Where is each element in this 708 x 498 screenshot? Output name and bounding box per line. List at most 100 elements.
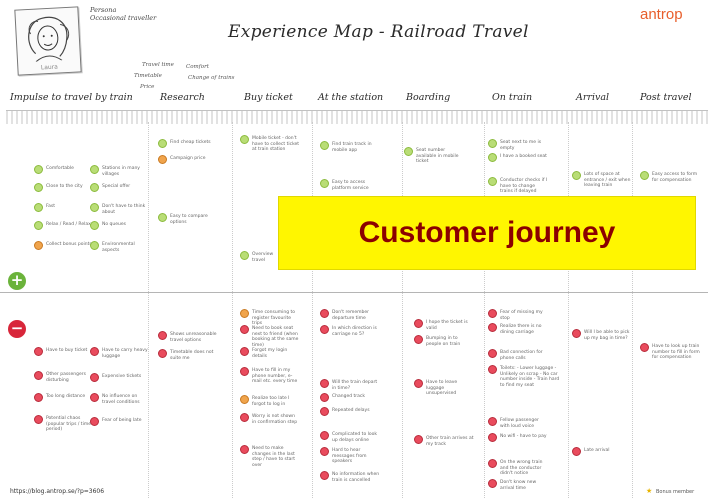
item-text: Timetable does not suite me (170, 350, 214, 361)
negative-dot (240, 413, 249, 422)
item-text: Complicated to look up delays online (332, 432, 377, 443)
negative-dot (320, 407, 329, 416)
item-text: Time consuming to register favourite tri… (252, 310, 296, 326)
item-text: Conductor checks if I have to change tra… (500, 178, 548, 194)
phase-at-station: At the station (318, 92, 384, 103)
negative-item: Bad connection for phone calls (488, 349, 548, 361)
positive-dot (34, 203, 43, 212)
positive-dot (320, 141, 329, 150)
timeline-band (6, 110, 708, 124)
negative-item: Repeated delays (320, 407, 380, 416)
negative-item: Late arrival (572, 447, 632, 456)
negative-item: Hard to hear messages from speakers (320, 447, 380, 465)
phase-research: Research (160, 92, 205, 103)
negative-dot (572, 447, 581, 456)
item-text: Comfortable (46, 166, 74, 171)
persona-photo: Laura (14, 6, 82, 76)
positive-dot (404, 147, 413, 156)
negative-dot (90, 373, 99, 382)
phase-boarding: Boarding (406, 92, 451, 103)
positive-item: Conductor checks if I have to change tra… (488, 177, 548, 195)
negative-item: Complicated to look up delays online (320, 431, 380, 443)
negative-dot (240, 325, 249, 334)
column-separator (632, 122, 633, 498)
item-text: Will the train depart in time? (332, 380, 378, 391)
positive-dot (240, 251, 249, 260)
note-comfort: Comfort (186, 64, 209, 70)
positive-item: Don't have to think about (90, 203, 150, 215)
persona-label: Persona Occasional traveller (90, 6, 156, 22)
positive-item: Comfortable (34, 165, 94, 174)
minus-icon: − (8, 320, 26, 338)
negative-item: Have to carry heavy luggage (90, 347, 150, 359)
negative-dot (488, 417, 497, 426)
positive-dot (158, 213, 167, 222)
item-text: Mobile ticket - don't have to collect ti… (252, 136, 300, 152)
negative-item: Realize too late I forgot to log in (240, 395, 300, 407)
brand-label: Bonus member (656, 489, 695, 495)
note-price: Price (140, 84, 155, 90)
negative-item: Fear of missing my stop (488, 309, 548, 321)
item-text: Overview travel (252, 252, 274, 263)
item-text: Other train arrives at my track (426, 436, 474, 447)
positive-dot (158, 155, 167, 164)
negative-dot (488, 459, 497, 468)
item-text: Close to the city (46, 184, 83, 189)
negative-dot (488, 349, 497, 358)
item-text: Worry is not shown in confirmation step (252, 414, 298, 425)
positive-dot (90, 203, 99, 212)
positive-item: Easy to access platform service (320, 179, 380, 191)
positive-dot (488, 139, 497, 148)
item-text: Find cheap tickets (170, 140, 211, 145)
negative-item: Potential chaos (popular trips / time pe… (34, 415, 94, 433)
item-text: Potential chaos (popular trips / time pe… (46, 416, 91, 432)
negative-dot (34, 371, 43, 380)
negative-item: Need to book seat next to friend (when b… (240, 325, 300, 348)
negative-item: Too long distance (34, 393, 94, 402)
negative-dot (320, 309, 329, 318)
item-text: Find train track in mobile app (332, 142, 372, 153)
negative-dot (90, 393, 99, 402)
phase-on-train: On train (492, 92, 533, 103)
positive-dot (158, 139, 167, 148)
negative-dot (488, 309, 497, 318)
map-title: Experience Map - Railroad Travel (228, 22, 529, 42)
experience-map: Laura Persona Occasional traveller Exper… (0, 0, 708, 498)
phase-post-travel: Post travel (640, 92, 692, 103)
banner-text: Customer journey (358, 216, 616, 249)
negative-dot (320, 471, 329, 480)
positive-dot (34, 165, 43, 174)
positive-dot (488, 153, 497, 162)
negative-dot (34, 415, 43, 424)
positive-item: Environmental aspects (90, 241, 150, 253)
negative-item: Forgot my login details (240, 347, 300, 359)
negative-dot (320, 431, 329, 440)
item-text: Fellow passenger with loud voice (500, 418, 539, 429)
positive-item: Mobile ticket - don't have to collect ti… (240, 135, 300, 153)
phase-arrival: Arrival (576, 92, 610, 103)
phase-buy-ticket: Buy ticket (244, 92, 293, 103)
positive-dot (572, 171, 581, 180)
positive-dot (90, 183, 99, 192)
negative-dot (488, 433, 497, 442)
positive-dot (90, 221, 99, 230)
column-separator (568, 122, 569, 498)
item-text: No wifi - have to pay (500, 434, 547, 439)
item-text: In which direction is carriage no 5? (332, 326, 377, 337)
item-text: Stations in many villages (102, 166, 140, 177)
item-text: Have to fill in my phone number, e-mail … (252, 368, 298, 384)
item-text: Too long distance (46, 394, 86, 399)
negative-item: On the wrong train and the conductor did… (488, 459, 548, 477)
negative-item: Time consuming to register favourite tri… (240, 309, 300, 327)
positive-item: Easy access to form for compensation (640, 171, 700, 183)
positive-dot (34, 221, 43, 230)
item-text: Other passengers disturbing (46, 372, 86, 383)
item-text: Seat next to me is empty (500, 140, 542, 151)
negative-dot (488, 323, 497, 332)
negative-dot (320, 325, 329, 334)
positive-item: Fast (34, 203, 94, 212)
negative-dot (414, 319, 423, 328)
negative-item: No information when train is cancelled (320, 471, 380, 483)
item-text: Have to carry heavy luggage (102, 348, 148, 359)
positive-dot (640, 171, 649, 180)
